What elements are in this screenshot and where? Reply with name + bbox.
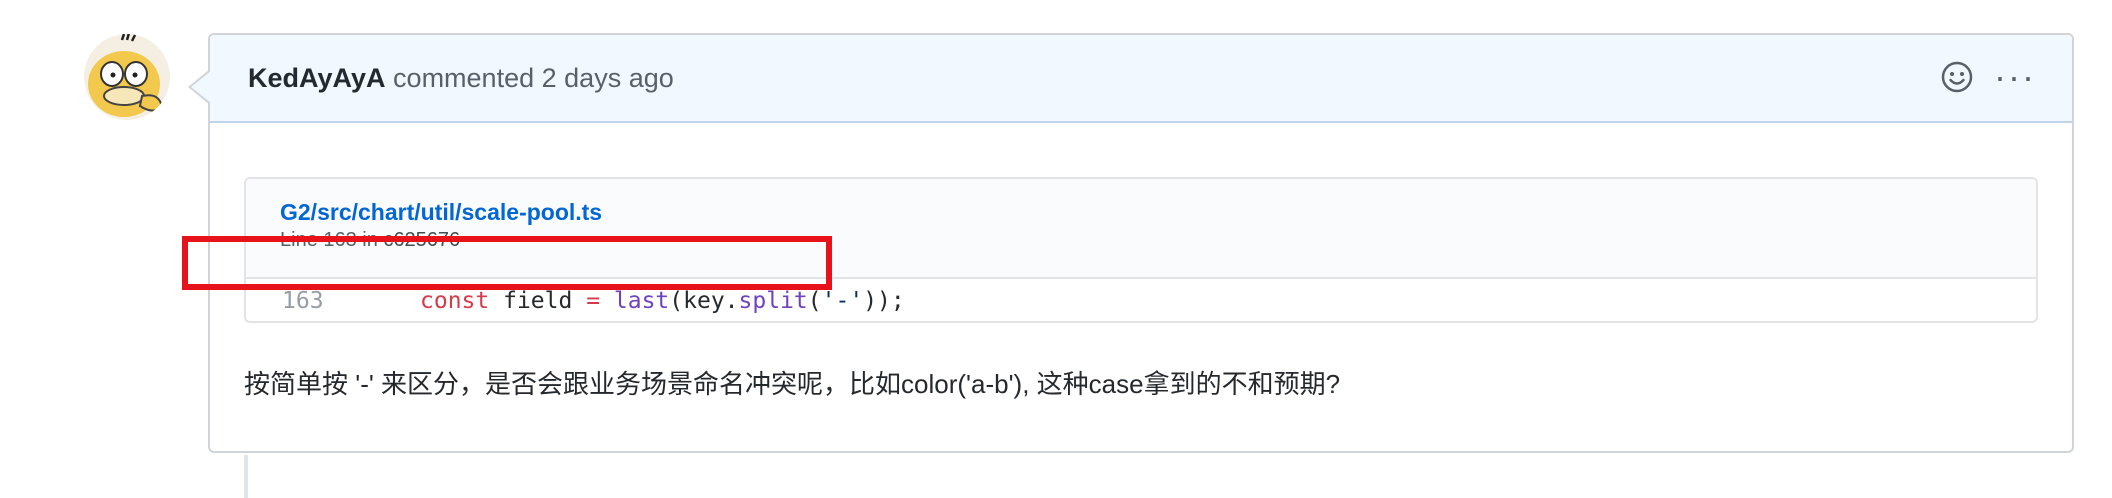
comment-header: KedAyAyA commented 2 days ago ··· [210,35,2072,123]
code-function-split: split [738,288,808,314]
author-link[interactable]: KedAyAyA [248,63,386,93]
code-punct-1: (key. [669,288,739,314]
smiley-icon[interactable] [1940,60,1974,94]
comment-meta: KedAyAyA commented 2 days ago [248,60,674,96]
code-punct-3: )); [863,288,905,314]
code-operator: = [586,288,601,314]
comment-action: commented [393,63,535,93]
kebab-menu-icon[interactable]: ··· [1994,57,2036,97]
line-number[interactable]: 163 [282,279,342,321]
code-string: '-' [821,288,864,314]
snippet-header: G2/src/chart/util/scale-pool.ts Line 163… [246,179,2036,279]
comment-timestamp[interactable]: 2 days ago [542,63,674,93]
snippet-file-link[interactable]: G2/src/chart/util/scale-pool.ts [280,199,602,226]
psyduck-avatar-icon [84,34,170,120]
code-keyword: const [420,288,490,314]
avatar[interactable] [84,34,170,120]
code-function-last: last [600,288,670,314]
comment-text: 按简单按 '-' 来区分，是否会跟业务场景命名冲突呢，比如color('a-b'… [244,369,1341,399]
code-variable: field [489,288,587,314]
timeline-line [244,455,248,498]
code-punct-2: ( [807,288,822,314]
comment-actions: ··· [1940,57,2036,97]
code-snippet: G2/src/chart/util/scale-pool.ts Line 163… [244,177,2038,323]
snippet-line-label: Line 163 in [280,229,378,251]
code-text: const field = last(key.split('-')); [420,279,905,321]
commit-sha[interactable]: c625676 [383,229,460,251]
comment-body: G2/src/chart/util/scale-pool.ts Line 163… [210,123,2072,453]
snippet-meta: Line 163 in c625676 [280,229,460,252]
comment-box: KedAyAyA commented 2 days ago ··· G2/src… [188,33,2074,453]
code-line: 163 const field = last(key.split('-')); [246,279,2036,321]
